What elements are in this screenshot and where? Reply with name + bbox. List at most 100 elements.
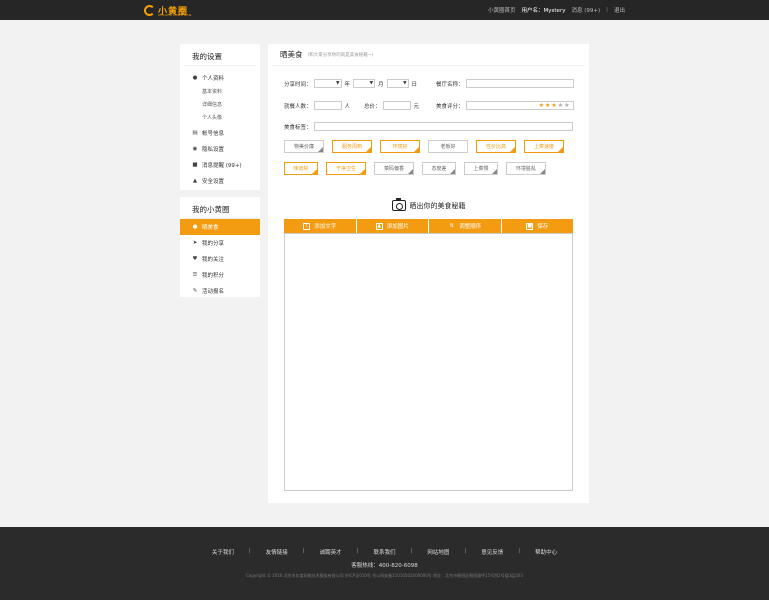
save-icon: ■ — [526, 222, 534, 230]
footer-divider: | — [518, 548, 521, 554]
page-subtitle: (和大家分享你的就是美食秘籍~) — [307, 52, 374, 58]
edit-icon: ✎ — [192, 288, 198, 294]
save-button[interactable]: ■ 保存 — [501, 219, 573, 233]
tag-option[interactable]: 环境好 — [380, 140, 420, 153]
sidebar-item-food[interactable]: ● 晒美食 — [180, 219, 260, 235]
nav-logout-link[interactable]: 退出 — [614, 6, 625, 14]
sidebar-item-follow[interactable]: ♥ 我的关注 — [180, 251, 260, 267]
toolbar-label: 调整顺序 — [459, 224, 482, 230]
circle-sidebar: 我的小黄圈 ● 晒美食 ➤ 我的分享 ♥ 我的关注 ☰ 我的积分 ✎ 活动报名 — [180, 197, 260, 297]
sidebar-item-profile[interactable]: ● 个人资料 — [180, 70, 260, 86]
sidebar-subitem-detail[interactable]: 详细信息 — [180, 99, 260, 112]
sidebar-item-account[interactable]: ▤ 帐号信息 — [180, 125, 260, 141]
nav-home-link[interactable]: 小黄圈首页 — [488, 6, 516, 14]
person-unit: 人 — [344, 103, 351, 110]
tag-option[interactable]: 上菜慢 — [464, 162, 498, 175]
user-icon: ● — [192, 75, 198, 81]
rating-row: 美食评分： ★ ★ ★ ★ ★ — [436, 101, 574, 110]
footer-link-sitemap[interactable]: 网站地图 — [427, 548, 449, 556]
settings-title: 我的设置 — [184, 44, 256, 66]
sort-icon: ⇅ — [449, 222, 454, 229]
diners-label: 就餐人数： — [284, 103, 312, 110]
star-icon[interactable]: ★ — [545, 102, 550, 109]
footer-divider: | — [410, 548, 413, 554]
sidebar-subitem-avatar[interactable]: 个人头像 — [180, 112, 260, 125]
camera-icon — [391, 198, 406, 211]
nav-divider: | — [606, 7, 608, 13]
page-title: 晒美食 — [280, 50, 303, 59]
footer-link-contact[interactable]: 联系我们 — [373, 548, 395, 556]
rating-label: 美食评分： — [436, 103, 464, 110]
tag-option[interactable]: 干净卫生 — [326, 162, 366, 175]
tag-option[interactable]: 物美价廉 — [284, 140, 324, 153]
sidebar-item-points[interactable]: ☰ 我的积分 — [180, 267, 260, 283]
tag-option[interactable]: 老板好 — [428, 140, 468, 153]
footer-copyright: Copyright © 2016 北京市年度网络技术服务有限公司 京ICP证01… — [246, 573, 523, 578]
rating-stars[interactable]: ★ ★ ★ ★ ★ — [465, 101, 574, 110]
restaurant-label: 餐厅名称： — [436, 81, 464, 88]
restaurant-input[interactable] — [465, 79, 574, 88]
reorder-button[interactable]: ⇅ 调整顺序 — [429, 219, 502, 233]
tag-option[interactable]: 菜码偏香 — [374, 162, 414, 175]
footer: 关于我们 | 友情链接 | 诚聘英才 | 联系我们 | 网站地图 | 意见反馈 … — [0, 527, 769, 600]
day-label: 日 — [411, 81, 418, 88]
logo[interactable]: 小黄圈 XIAOHUANGQUAN — [144, 3, 191, 17]
settings-sidebar: 我的设置 ● 个人资料 基本资料 详细信息 个人头像 ▤ 帐号信息 ◉ 隐私设置… — [180, 44, 260, 190]
chevron-down-icon: ▼ — [403, 81, 407, 86]
toolbar-label: 添加文字 — [314, 224, 337, 230]
footer-link-about[interactable]: 关于我们 — [212, 548, 234, 556]
sidebar-item-share[interactable]: ➤ 我的分享 — [180, 235, 260, 251]
diners-row: 就餐人数： 人 总价： 元 — [284, 101, 419, 110]
add-text-button[interactable]: T 添加文字 — [284, 219, 357, 233]
tag-option[interactable]: 上菜速度 — [524, 140, 564, 153]
showcase-title: 晒出你的美食秘籍 — [409, 201, 466, 210]
footer-link-jobs[interactable]: 诚聘英才 — [320, 548, 342, 556]
star-icon[interactable]: ★ — [564, 102, 569, 109]
share-icon: ➤ — [192, 240, 198, 246]
share-time-row: 分享时间： ▼ 年 ▼ 月 ▼ 日 — [284, 79, 420, 88]
add-image-button[interactable]: ▲ 添加图片 — [356, 219, 429, 233]
footer-link-feedback[interactable]: 意见反馈 — [481, 548, 503, 556]
star-icon[interactable]: ★ — [551, 102, 556, 109]
nav-username[interactable]: 用户名：Mystery — [522, 6, 566, 14]
sidebar-item-label: 活动报名 — [202, 289, 225, 295]
sidebar-item-label: 我的分享 — [202, 241, 225, 247]
total-input[interactable] — [382, 101, 411, 110]
star-icon[interactable]: ★ — [539, 102, 544, 109]
tag-option[interactable]: 味道好 — [284, 162, 318, 175]
footer-link-help[interactable]: 帮助中心 — [535, 548, 557, 556]
food-tag-input[interactable] — [313, 122, 573, 131]
sidebar-item-notify[interactable]: ■ 消息提醒 (99+) — [180, 157, 260, 173]
sidebar-item-label: 消息提醒 (99+) — [202, 163, 242, 169]
content-editor[interactable] — [284, 233, 573, 491]
sidebar-item-security[interactable]: ▲ 安全设置 — [180, 173, 260, 189]
top-nav: 小黄圈首页 用户名：Mystery 消息 (99+) | 退出 — [482, 6, 625, 14]
share-time-label: 分享时间： — [284, 81, 312, 88]
logo-icon — [144, 4, 155, 16]
sidebar-item-label: 我的积分 — [202, 273, 225, 279]
tag-option[interactable]: 态度差 — [422, 162, 456, 175]
month-label: 月 — [378, 81, 384, 88]
tag-option[interactable]: 环境脏乱 — [506, 162, 546, 175]
star-icon[interactable]: ★ — [558, 102, 563, 109]
footer-divider: | — [464, 548, 467, 554]
footer-link-friends[interactable]: 友情链接 — [266, 548, 288, 556]
tag-group-negative: 味道好 干净卫生 菜码偏香 态度差 上菜慢 环境脏乱 — [284, 162, 546, 175]
total-label: 总价： — [364, 103, 381, 110]
tag-option[interactable]: 服务周到 — [332, 140, 372, 153]
chevron-down-icon: ▼ — [369, 81, 374, 86]
restaurant-row: 餐厅名称： — [436, 79, 574, 88]
sidebar-item-signup[interactable]: ✎ 活动报名 — [180, 283, 260, 299]
sidebar-item-privacy[interactable]: ◉ 隐私设置 — [180, 141, 260, 157]
year-select[interactable]: ▼ — [313, 79, 342, 88]
diners-input[interactable] — [313, 101, 342, 110]
footer-divider: | — [248, 548, 251, 554]
month-select[interactable]: ▼ — [353, 79, 376, 88]
day-select[interactable]: ▼ — [386, 79, 409, 88]
footer-divider: | — [302, 548, 305, 554]
toolbar-label: 保存 — [537, 224, 549, 230]
tag-option[interactable]: 性价比高 — [476, 140, 516, 153]
sidebar-subitem-basic[interactable]: 基本资料 — [180, 86, 260, 99]
nav-messages-link[interactable]: 消息 (99+) — [571, 6, 600, 14]
main-panel: 晒美食 (和大家分享你的就是美食秘籍~) 分享时间： ▼ 年 ▼ 月 ▼ 日 餐… — [268, 44, 589, 503]
